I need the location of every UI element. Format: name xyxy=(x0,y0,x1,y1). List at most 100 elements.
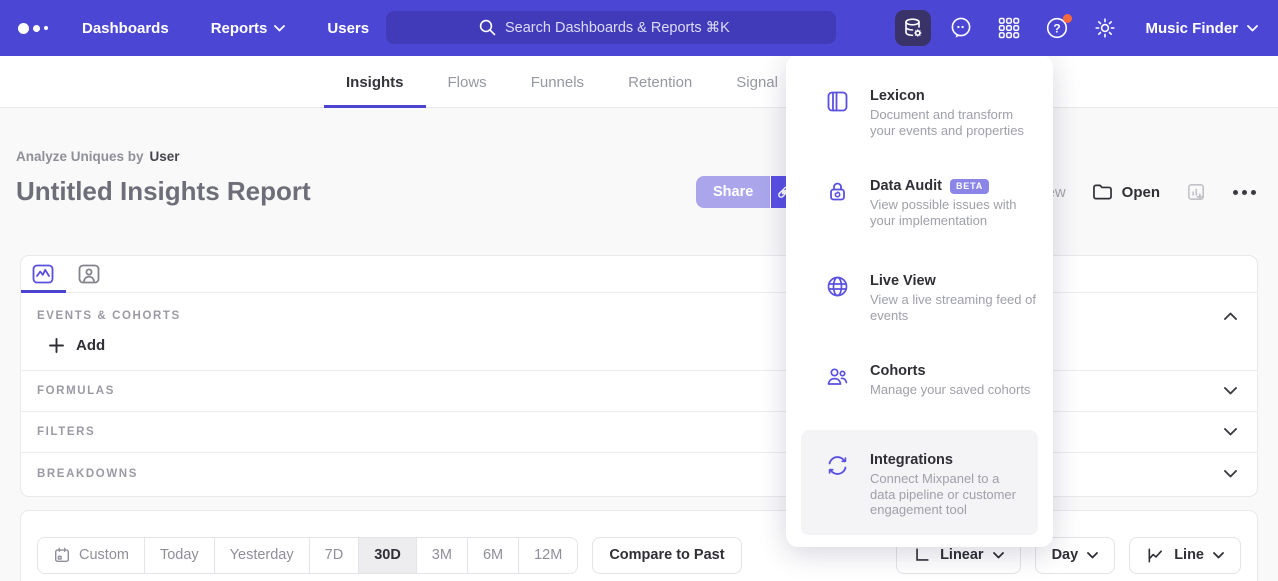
breakdowns-label: BREAKDOWNS xyxy=(37,468,138,480)
beta-badge: BETA xyxy=(950,179,989,194)
events-cohorts-label: EVENTS & COHORTS xyxy=(37,310,181,322)
nav-dashboards[interactable]: Dashboards xyxy=(82,20,169,37)
tab-flows[interactable]: Flows xyxy=(426,56,509,108)
data-management-menu: Lexicon Document and transform your even… xyxy=(786,55,1053,547)
menu-item-data-audit[interactable]: Data Audit BETA View possible issues wit… xyxy=(825,178,1037,228)
plus-icon xyxy=(49,338,64,353)
messages-icon xyxy=(948,15,974,41)
chevron-down-icon[interactable] xyxy=(1224,387,1237,395)
range-7d[interactable]: 7D xyxy=(309,538,359,573)
menu-item-cohorts[interactable]: Cohorts Manage your saved cohorts xyxy=(825,363,1037,398)
range-today[interactable]: Today xyxy=(144,538,214,573)
menu-item-title: Live View xyxy=(870,273,1037,289)
builder-mode-tabs xyxy=(21,256,1257,293)
calendar-icon xyxy=(53,546,71,564)
cohorts-icon xyxy=(825,364,850,389)
nav-users[interactable]: Users xyxy=(327,20,369,37)
data-audit-icon xyxy=(825,179,850,204)
lexicon-icon xyxy=(825,89,850,114)
add-event-button[interactable]: Add xyxy=(49,337,105,354)
messages-button[interactable] xyxy=(943,10,979,46)
svg-text:?: ? xyxy=(1054,22,1061,36)
events-cohorts-header[interactable]: EVENTS & COHORTS xyxy=(21,293,1257,331)
line-chart-icon xyxy=(1146,546,1165,565)
subtitle-entity[interactable]: User xyxy=(150,149,180,164)
chevron-down-icon xyxy=(993,552,1004,559)
folder-icon xyxy=(1092,183,1113,201)
menu-item-title: Data Audit BETA xyxy=(870,178,1037,194)
page-title[interactable]: Untitled Insights Report xyxy=(16,176,311,207)
range-6m[interactable]: 6M xyxy=(467,538,518,573)
apps-grid-button[interactable] xyxy=(991,10,1027,46)
subtitle-prefix: Analyze Uniques by xyxy=(16,149,144,164)
mixpanel-logo[interactable] xyxy=(18,23,48,34)
help-button[interactable]: ? xyxy=(1039,10,1075,46)
compare-to-past-button[interactable]: Compare to Past xyxy=(592,537,741,574)
menu-item-integrations[interactable]: Integrations Connect Mixpanel to a data … xyxy=(801,430,1038,535)
filters-label: FILTERS xyxy=(37,426,95,438)
menu-item-title: Cohorts xyxy=(870,363,1030,379)
chevron-up-icon[interactable] xyxy=(1224,312,1237,320)
chevron-down-icon[interactable] xyxy=(1224,428,1237,436)
chevron-down-icon xyxy=(1087,552,1098,559)
chevron-down-icon xyxy=(1247,25,1258,32)
settings-button[interactable] xyxy=(1087,10,1123,46)
range-3m[interactable]: 3M xyxy=(416,538,467,573)
range-custom[interactable]: Custom xyxy=(38,538,144,573)
data-management-button[interactable] xyxy=(895,10,931,46)
menu-item-desc: View a live streaming feed of events xyxy=(870,292,1037,323)
breakdowns-section-header[interactable]: BREAKDOWNS xyxy=(21,453,1257,494)
more-options-button[interactable] xyxy=(1233,186,1256,199)
menu-item-desc: View possible issues with your implement… xyxy=(870,197,1037,228)
menu-item-desc: Connect Mixpanel to a data pipeline or c… xyxy=(870,471,1022,518)
formulas-label: FORMULAS xyxy=(37,385,115,397)
menu-item-desc: Document and transform your events and p… xyxy=(870,107,1037,138)
chevron-down-icon xyxy=(274,25,285,32)
search-input[interactable] xyxy=(505,20,743,36)
tab-insights[interactable]: Insights xyxy=(324,56,426,108)
project-switcher[interactable]: Music Finder xyxy=(1145,20,1258,37)
profile-mode-icon xyxy=(77,262,101,286)
chart-mode-icon xyxy=(31,262,55,286)
global-search[interactable] xyxy=(386,11,836,44)
analysis-subtitle: Analyze Uniques by User xyxy=(16,149,180,164)
data-management-icon xyxy=(901,16,925,40)
share-button[interactable]: Share xyxy=(696,176,770,208)
nav-reports[interactable]: Reports xyxy=(211,20,286,37)
events-mode-tab[interactable] xyxy=(31,262,55,286)
users-mode-tab[interactable] xyxy=(77,262,101,286)
tab-funnels[interactable]: Funnels xyxy=(509,56,606,108)
chart-type-dropdown[interactable]: Line xyxy=(1129,537,1241,574)
header-actions: New Open xyxy=(1036,176,1256,208)
events-cohorts-section: EVENTS & COHORTS Add xyxy=(21,293,1257,371)
top-nav: Dashboards Reports Users xyxy=(0,0,1278,56)
report-tabbar: Insights Flows Funnels Retention Signal … xyxy=(0,56,1278,108)
axis-scale-icon xyxy=(913,546,931,564)
menu-item-title: Lexicon xyxy=(870,88,1037,104)
integrations-icon xyxy=(825,453,850,478)
open-report-button[interactable]: Open xyxy=(1092,183,1160,201)
menu-item-title: Integrations xyxy=(870,452,1022,468)
chevron-down-icon[interactable] xyxy=(1224,470,1237,478)
add-to-board-icon xyxy=(1186,182,1207,203)
menu-item-lexicon[interactable]: Lexicon Document and transform your even… xyxy=(825,88,1037,138)
formulas-section-header[interactable]: FORMULAS xyxy=(21,371,1257,412)
filters-section-header[interactable]: FILTERS xyxy=(21,412,1257,453)
live-view-icon xyxy=(825,274,850,299)
save-to-dashboard-button[interactable] xyxy=(1186,182,1207,203)
chevron-down-icon xyxy=(1213,552,1224,559)
date-range-picker: Custom Today Yesterday 7D 30D 3M 6M 12M xyxy=(37,537,578,574)
range-30d[interactable]: 30D xyxy=(358,538,416,573)
menu-item-live-view[interactable]: Live View View a live streaming feed of … xyxy=(825,273,1037,323)
query-builder-panel: EVENTS & COHORTS Add FORMULAS FILTERS BR… xyxy=(20,255,1258,497)
notification-dot xyxy=(1063,14,1072,23)
range-12m[interactable]: 12M xyxy=(518,538,577,573)
range-yesterday[interactable]: Yesterday xyxy=(214,538,309,573)
tab-retention[interactable]: Retention xyxy=(606,56,714,108)
chart-toolbar: Custom Today Yesterday 7D 30D 3M 6M 12M … xyxy=(20,510,1258,581)
search-icon xyxy=(479,19,496,36)
apps-grid-icon xyxy=(996,15,1022,41)
menu-item-integrations-content: Integrations Connect Mixpanel to a data … xyxy=(825,452,1022,518)
settings-gear-icon xyxy=(1092,15,1118,41)
share-button-group: Share xyxy=(696,176,797,208)
